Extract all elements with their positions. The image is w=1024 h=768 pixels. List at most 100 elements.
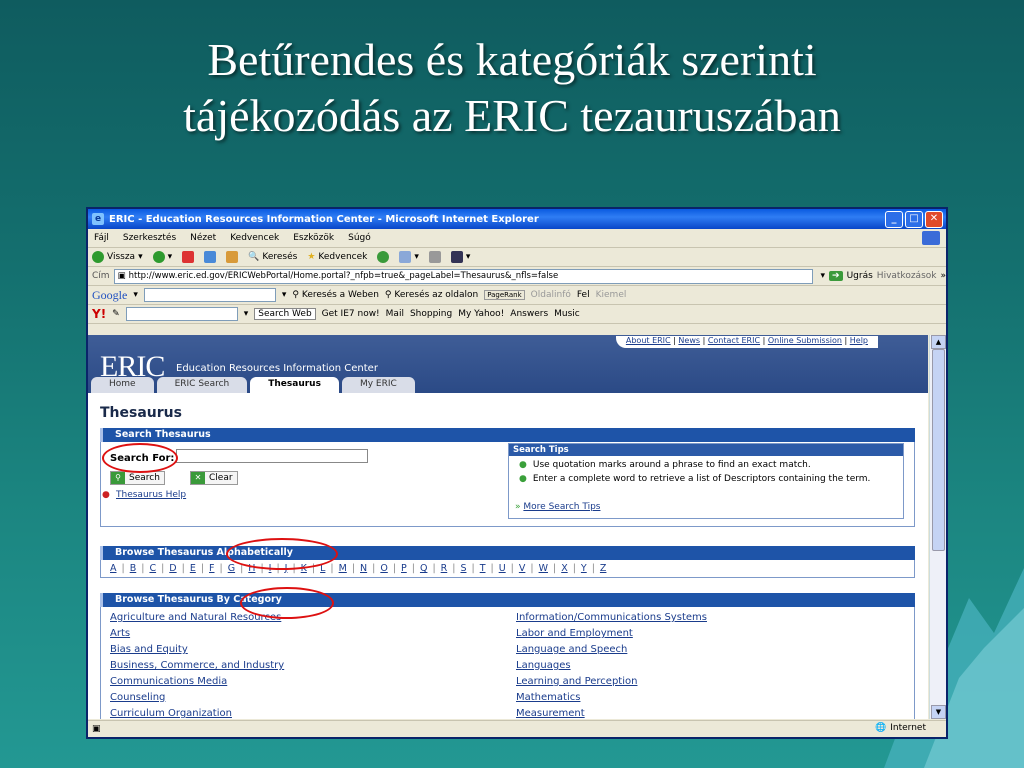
yahoo-search-input[interactable]: [125, 307, 238, 321]
contact-eric-link[interactable]: Contact ERIC: [708, 336, 760, 345]
about-eric-link[interactable]: About ERIC: [626, 336, 671, 345]
category-link[interactable]: Mathematics: [516, 692, 580, 703]
category-link[interactable]: Curriculum Organization: [110, 708, 232, 719]
google-logo[interactable]: Google: [92, 288, 127, 303]
category-link[interactable]: Arts: [110, 628, 130, 639]
letter-link-m[interactable]: M: [339, 563, 347, 574]
letter-link-o[interactable]: O: [380, 563, 387, 574]
yahoo-search-web[interactable]: Search Web: [254, 308, 316, 320]
letter-link-e[interactable]: E: [190, 563, 196, 574]
stop-button[interactable]: [182, 251, 195, 263]
menu-help[interactable]: Súgó: [346, 233, 373, 243]
scroll-thumb[interactable]: [932, 349, 945, 551]
category-link[interactable]: Bias and Equity: [110, 644, 188, 655]
letter-link-p[interactable]: P: [401, 563, 407, 574]
scroll-up-icon[interactable]: ▲: [931, 335, 946, 349]
menu-tools[interactable]: Eszközök: [291, 233, 336, 243]
minimize-button[interactable]: _: [885, 211, 903, 228]
maximize-button[interactable]: □: [905, 211, 923, 228]
letter-link-w[interactable]: W: [539, 563, 548, 574]
category-link[interactable]: Labor and Employment: [516, 628, 633, 639]
links-label[interactable]: Hivatkozások: [877, 271, 937, 281]
category-link[interactable]: Languages: [516, 660, 571, 671]
my-yahoo-link[interactable]: My Yahoo!: [458, 309, 504, 319]
go-icon[interactable]: ➔: [829, 271, 843, 281]
letter-link-q[interactable]: Q: [420, 563, 427, 574]
vertical-scrollbar[interactable]: ▲ ▼: [929, 335, 946, 719]
google-search-web[interactable]: ⚲ Keresés a Weben: [292, 290, 379, 300]
help-link[interactable]: Help: [850, 336, 868, 345]
tab-home[interactable]: Home: [91, 377, 154, 393]
close-button[interactable]: ✕: [925, 211, 943, 228]
clear-button[interactable]: ✕ Clear: [190, 471, 238, 485]
category-link[interactable]: Language and Speech: [516, 644, 627, 655]
letter-link-g[interactable]: G: [228, 563, 235, 574]
forward-button[interactable]: ▾: [152, 251, 172, 263]
window-titlebar[interactable]: e ERIC - Education Resources Information…: [88, 209, 946, 229]
google-dropdown[interactable]: ▾: [133, 290, 138, 300]
highlight-button[interactable]: Kiemel: [596, 290, 627, 300]
google-input-dropdown[interactable]: ▾: [282, 290, 287, 300]
menu-edit[interactable]: Szerkesztés: [121, 233, 178, 243]
mail-link[interactable]: Mail: [386, 309, 404, 319]
letter-link-u[interactable]: U: [499, 563, 506, 574]
more-search-tips-link[interactable]: More Search Tips: [523, 502, 600, 512]
search-button-web[interactable]: ⚲ Search: [110, 471, 165, 485]
letter-link-n[interactable]: N: [360, 563, 367, 574]
letter-link-b[interactable]: B: [130, 563, 137, 574]
up-button[interactable]: Fel: [577, 290, 590, 300]
google-search-input[interactable]: [143, 288, 276, 302]
print-button[interactable]: [428, 251, 441, 263]
thesaurus-help-link[interactable]: Thesaurus Help: [116, 490, 186, 500]
letter-link-s[interactable]: S: [460, 563, 466, 574]
letter-link-v[interactable]: V: [519, 563, 526, 574]
category-link[interactable]: Counseling: [110, 692, 165, 703]
music-link[interactable]: Music: [554, 309, 580, 319]
news-link[interactable]: News: [678, 336, 700, 345]
favorites-button[interactable]: ★ Kedvencek: [307, 252, 367, 262]
mail-button[interactable]: ▾: [399, 251, 419, 263]
shopping-link[interactable]: Shopping: [410, 309, 452, 319]
scroll-down-icon[interactable]: ▼: [931, 705, 946, 719]
page-info-button[interactable]: Oldalinfó: [531, 290, 571, 300]
letter-link-f[interactable]: F: [209, 563, 214, 574]
search-input[interactable]: [176, 449, 368, 463]
letter-link-t[interactable]: T: [480, 563, 486, 574]
answers-link[interactable]: Answers: [510, 309, 548, 319]
history-button[interactable]: [377, 251, 390, 263]
online-submission-link[interactable]: Online Submission: [768, 336, 842, 345]
letter-link-r[interactable]: R: [441, 563, 448, 574]
pencil-icon[interactable]: ✎: [112, 309, 120, 319]
letter-link-y[interactable]: Y: [581, 563, 587, 574]
letter-link-a[interactable]: A: [110, 563, 117, 574]
tab-my-eric[interactable]: My ERIC: [341, 377, 415, 393]
letter-link-d[interactable]: D: [169, 563, 176, 574]
letter-link-z[interactable]: Z: [600, 563, 607, 574]
tab-eric-search[interactable]: ERIC Search: [156, 377, 248, 393]
category-link[interactable]: Measurement: [516, 708, 585, 719]
menu-file[interactable]: Fájl: [92, 233, 111, 243]
go-button[interactable]: Ugrás: [847, 271, 873, 281]
category-link[interactable]: Information/Communications Systems: [516, 612, 707, 623]
address-input[interactable]: ▣ http://www.eric.ed.gov/ERICWebPortal/H…: [113, 268, 813, 284]
yahoo-logo[interactable]: Y!: [92, 307, 106, 321]
menu-view[interactable]: Nézet: [188, 233, 218, 243]
menu-favorites[interactable]: Kedvencek: [228, 233, 281, 243]
home-button[interactable]: [226, 251, 239, 263]
category-link[interactable]: Communications Media: [110, 676, 227, 687]
get-ie7-link[interactable]: Get IE7 now!: [322, 309, 380, 319]
google-search-site[interactable]: ⚲ Keresés az oldalon: [385, 290, 478, 300]
refresh-button[interactable]: [204, 251, 217, 263]
category-link[interactable]: Business, Commerce, and Industry: [110, 660, 284, 671]
security-zone: 🌐 Internet: [875, 723, 926, 733]
back-button[interactable]: Vissza ▾: [92, 251, 143, 263]
letter-link-x[interactable]: X: [561, 563, 568, 574]
tab-thesaurus[interactable]: Thesaurus: [250, 377, 339, 393]
letter-link-c[interactable]: C: [149, 563, 156, 574]
yahoo-input-dropdown[interactable]: ▾: [244, 309, 249, 319]
search-button[interactable]: 🔍 Keresés: [248, 252, 297, 262]
address-dropdown[interactable]: ▾: [821, 271, 826, 281]
word-button[interactable]: ▾: [450, 251, 470, 263]
overflow-chevron-icon[interactable]: »: [940, 271, 946, 281]
category-link[interactable]: Learning and Perception: [516, 676, 637, 687]
